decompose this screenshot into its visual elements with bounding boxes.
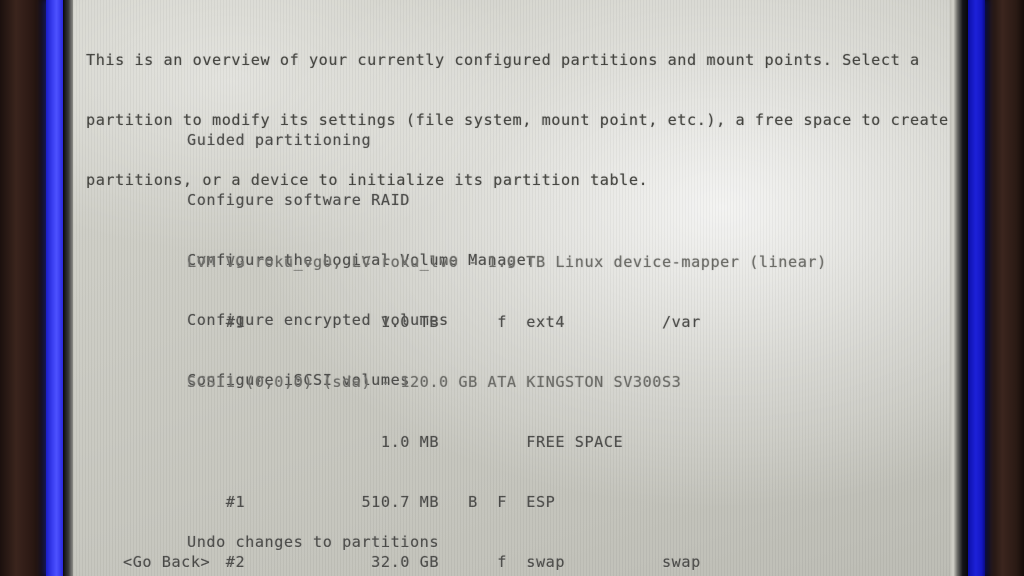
installer-screen: This is an overview of your currently co… — [73, 0, 950, 576]
monitor-lightbar-right — [968, 0, 985, 576]
menu-item-guided-partitioning[interactable]: Guided partitioning — [187, 130, 536, 150]
table-row-sda-device[interactable]: SCSI1 (0,0,0) (sda) - 120.0 GB ATA KINGS… — [187, 372, 827, 392]
monitor-photo: This is an overview of your currently co… — [0, 0, 1024, 576]
table-row-lvm-partition-1[interactable]: #1 1.0 TB f ext4 /var — [187, 312, 827, 332]
monitor-bezel-right — [985, 0, 1024, 576]
menu-item-configure-software-raid[interactable]: Configure software RAID — [187, 190, 536, 210]
table-row-lvm-vg-device[interactable]: LVM VG roku_vg0, LV roku_lv0 - 1.0 TB Li… — [187, 252, 827, 272]
installer-content: This is an overview of your currently co… — [73, 0, 950, 576]
monitor-lightbar-left — [46, 0, 63, 576]
monitor-bezel-left — [0, 0, 46, 576]
bottom-actions-menu: Undo changes to partitions Finish partit… — [187, 492, 623, 576]
intro-line-1: This is an overview of your currently co… — [86, 51, 920, 69]
table-row-sda-free-space-1[interactable]: 1.0 MB FREE SPACE — [187, 432, 827, 452]
menu-item-undo-changes[interactable]: Undo changes to partitions — [187, 532, 623, 552]
go-back-button[interactable]: <Go Back> — [123, 552, 210, 572]
monitor-inner-edge-left — [63, 0, 73, 576]
monitor-inner-edge-right — [950, 0, 968, 576]
